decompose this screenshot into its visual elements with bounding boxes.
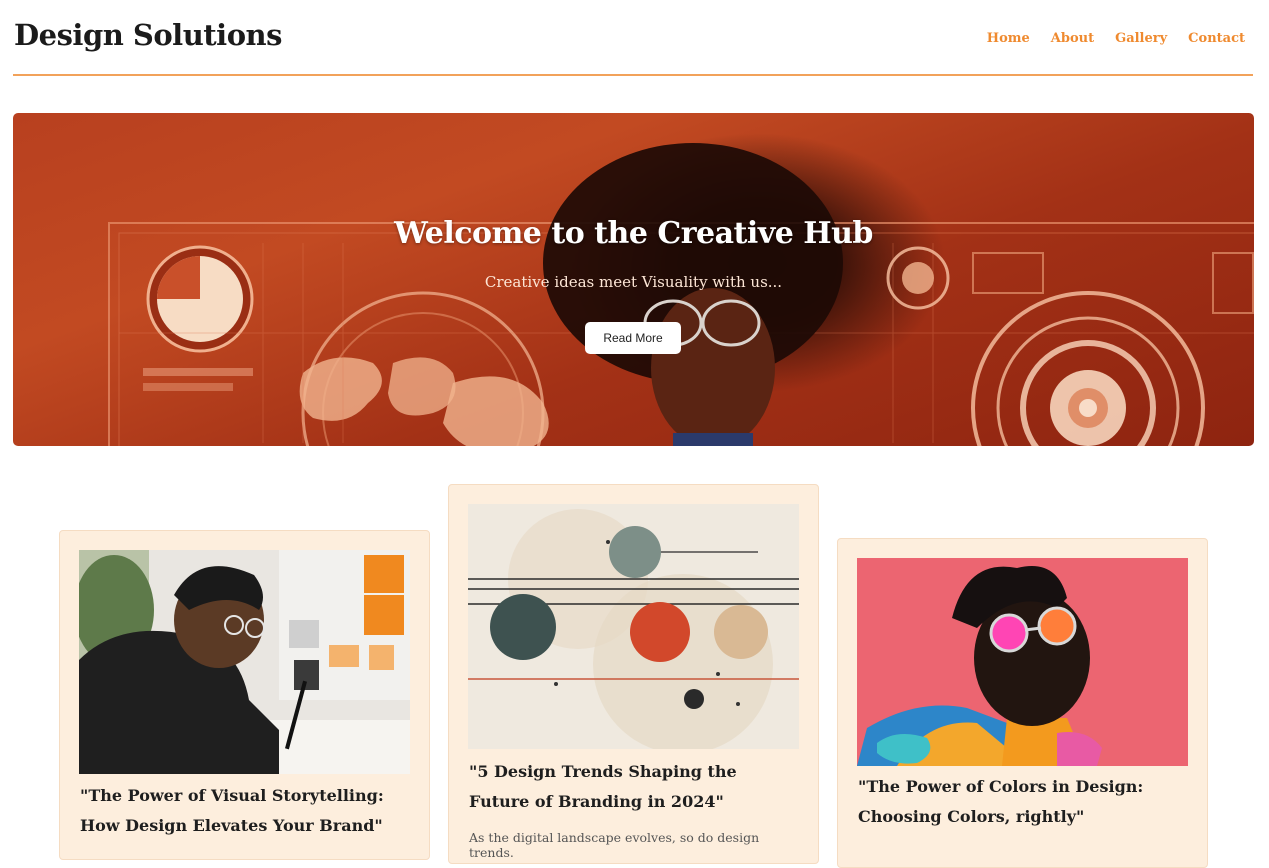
nav-home[interactable]: Home: [987, 31, 1030, 46]
card-title[interactable]: "The Power of Visual Storytelling: How D…: [80, 781, 410, 841]
card-image-colorful-portrait[interactable]: [857, 558, 1188, 766]
read-more-button[interactable]: Read More: [585, 322, 681, 354]
blog-card-storytelling[interactable]: "The Power of Visual Storytelling: How D…: [59, 530, 430, 860]
blog-card-colors[interactable]: "The Power of Colors in Design: Choosing…: [837, 538, 1208, 868]
card-excerpt: As the digital landscape evolves, so do …: [469, 830, 760, 860]
nav-contact[interactable]: Contact: [1188, 31, 1245, 46]
nav-gallery[interactable]: Gallery: [1115, 31, 1167, 46]
card-title[interactable]: "5 Design Trends Shaping the Future of B…: [469, 757, 799, 817]
nav-about[interactable]: About: [1051, 31, 1094, 46]
site-title[interactable]: Design Solutions: [14, 18, 282, 52]
hero-subtitle: Creative ideas meet Visuality with us...: [484, 273, 783, 291]
hero-banner: Welcome to the Creative Hub Creative ide…: [13, 113, 1254, 446]
blog-card-design-trends[interactable]: "5 Design Trends Shaping the Future of B…: [448, 484, 819, 864]
hero-title: Welcome to the Creative Hub: [394, 216, 873, 251]
card-image-designer-sketching[interactable]: [79, 550, 410, 774]
card-image-abstract-spheres[interactable]: [468, 504, 799, 749]
card-title[interactable]: "The Power of Colors in Design: Choosing…: [858, 772, 1188, 832]
site-header: Design Solutions Home About Gallery Cont…: [13, 0, 1253, 76]
main-nav: Home About Gallery Contact: [987, 31, 1245, 46]
